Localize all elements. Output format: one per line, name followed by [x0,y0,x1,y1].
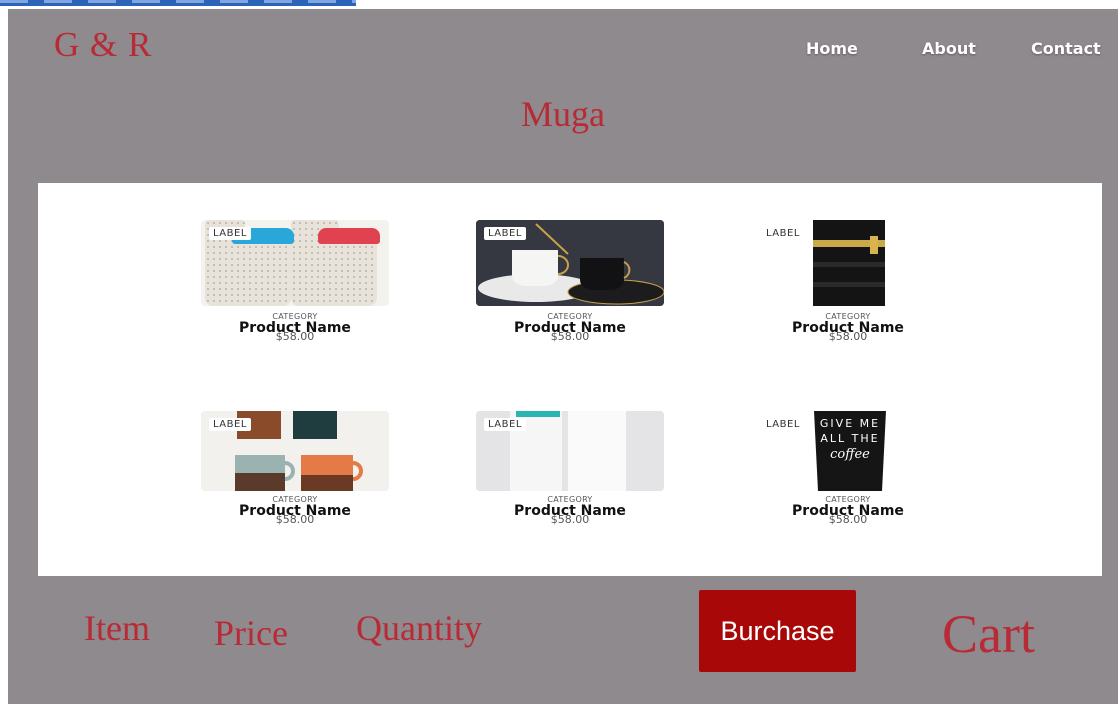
product-price: $58.00 [828,513,868,526]
cart-column-item: Item [84,608,150,648]
product-image[interactable]: LABEL [754,220,942,306]
cup-print-line-1: GIVE ME [820,417,880,430]
nav-contact[interactable]: Contact [1031,39,1101,58]
product-grid: LABEL CATEGORY Product Name $58.00 LABEL… [38,183,1102,576]
page-frame: G & R Home About Contact Muga LABEL CATE… [8,9,1118,704]
cart-column-quantity: Quantity [356,608,482,648]
product-price: $58.00 [275,513,315,526]
product-label-tag: LABEL [209,418,251,431]
top-browser-strip [0,0,360,8]
product-card[interactable]: LABEL CATEGORY Product Name $58.00 [475,411,665,525]
product-card[interactable]: LABEL CATEGORY Product Name $58.00 [200,411,390,525]
nav-home[interactable]: Home [806,39,858,58]
page-title: Muga [521,94,605,134]
product-card[interactable]: LABEL CATEGORY Product Name $58.00 [753,220,943,342]
product-card[interactable]: LABEL CATEGORY Product Name $58.00 [200,220,390,342]
product-image[interactable]: LABEL [476,220,664,306]
product-image[interactable]: LABEL [201,220,389,306]
product-card[interactable]: GIVE ME ALL THE coffee LABEL CATEGORY Pr… [753,411,943,525]
cup-print-line-2: ALL THE [820,432,879,445]
nav-about[interactable]: About [922,39,976,58]
product-label-tag: LABEL [762,418,804,431]
cart-column-price: Price [214,613,288,653]
product-image[interactable]: LABEL [201,411,389,491]
purchase-button[interactable]: Burchase [699,590,856,672]
product-label-tag: LABEL [484,418,526,431]
product-price: $58.00 [550,513,590,526]
product-image[interactable]: GIVE ME ALL THE coffee LABEL [754,411,942,491]
product-price: $58.00 [550,330,590,343]
product-card[interactable]: LABEL CATEGORY Product Name $58.00 [475,220,665,342]
product-label-tag: LABEL [762,227,804,240]
cart-heading[interactable]: Cart [942,603,1035,665]
product-price: $58.00 [275,330,315,343]
product-price: $58.00 [828,330,868,343]
product-image[interactable]: LABEL [476,411,664,491]
site-logo[interactable]: G & R [54,25,152,65]
cup-print-line-3: coffee [830,447,870,462]
product-label-tag: LABEL [209,227,251,240]
product-label-tag: LABEL [484,227,526,240]
